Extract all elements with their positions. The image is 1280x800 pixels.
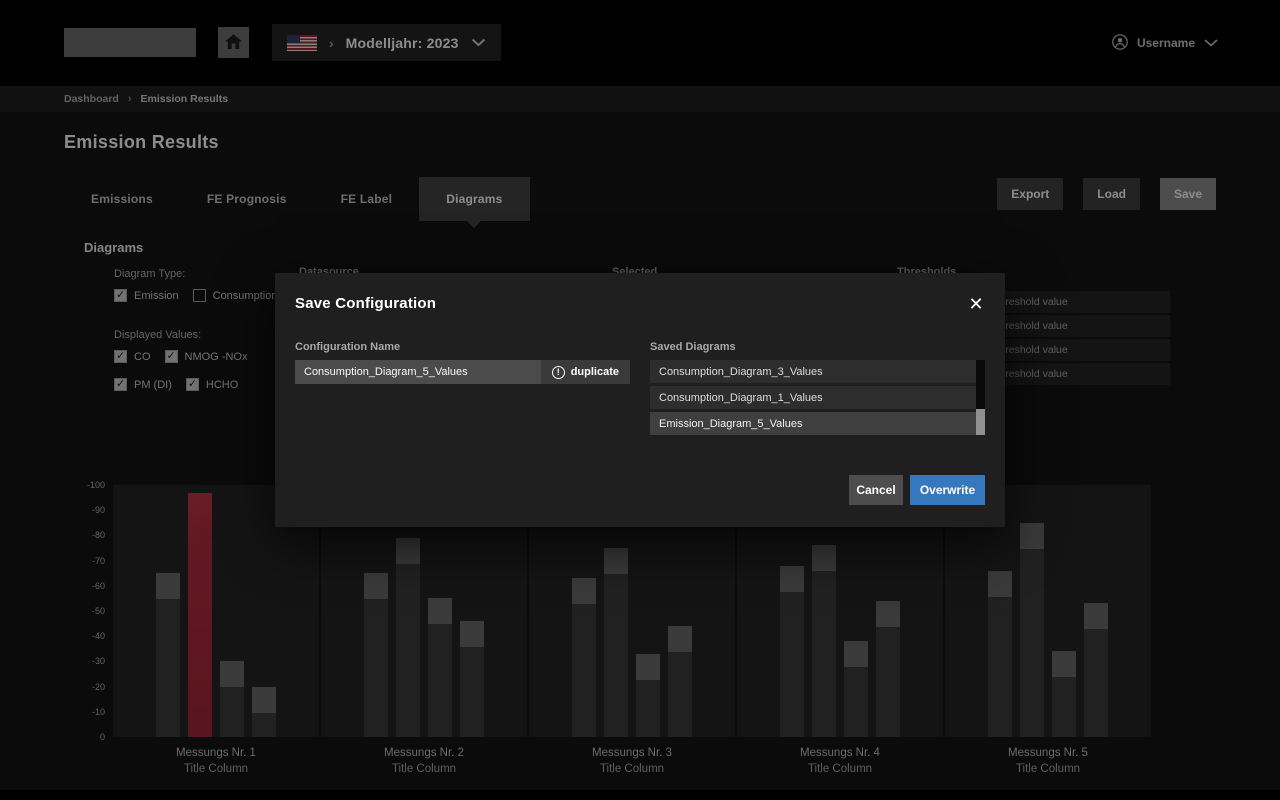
configuration-name-value: Consumption_Diagram_5_Values xyxy=(295,366,541,378)
saved-diagram-item[interactable]: Consumption_Diagram_1_Values xyxy=(650,386,985,409)
dialog-title: Save Configuration xyxy=(295,295,436,312)
configuration-name-input[interactable]: Consumption_Diagram_5_Values ! duplicate xyxy=(295,360,630,384)
close-button[interactable]: ✕ xyxy=(964,292,988,316)
save-configuration-dialog: Save Configuration ✕ Configuration Name … xyxy=(275,273,1005,527)
saved-diagrams-label: Saved Diagrams xyxy=(650,341,736,353)
warning-icon: ! xyxy=(552,366,565,379)
saved-diagram-item[interactable]: Consumption_Diagram_3_Values xyxy=(650,360,985,383)
duplicate-warning-text: duplicate xyxy=(571,366,619,378)
app-screen: › Modelljahr: 2023 Username Dashboard › … xyxy=(0,0,1280,800)
saved-diagrams-list: Consumption_Diagram_3_Values Consumption_… xyxy=(650,360,985,435)
scrollbar-thumb[interactable] xyxy=(976,409,985,435)
overwrite-button[interactable]: Overwrite xyxy=(910,475,985,505)
configuration-name-label: Configuration Name xyxy=(295,341,400,353)
saved-diagram-item[interactable]: Emission_Diagram_5_Values xyxy=(650,412,985,435)
close-icon: ✕ xyxy=(968,294,983,314)
duplicate-warning-badge: ! duplicate xyxy=(541,360,630,384)
scrollbar-track xyxy=(976,360,985,435)
cancel-button[interactable]: Cancel xyxy=(849,475,903,505)
